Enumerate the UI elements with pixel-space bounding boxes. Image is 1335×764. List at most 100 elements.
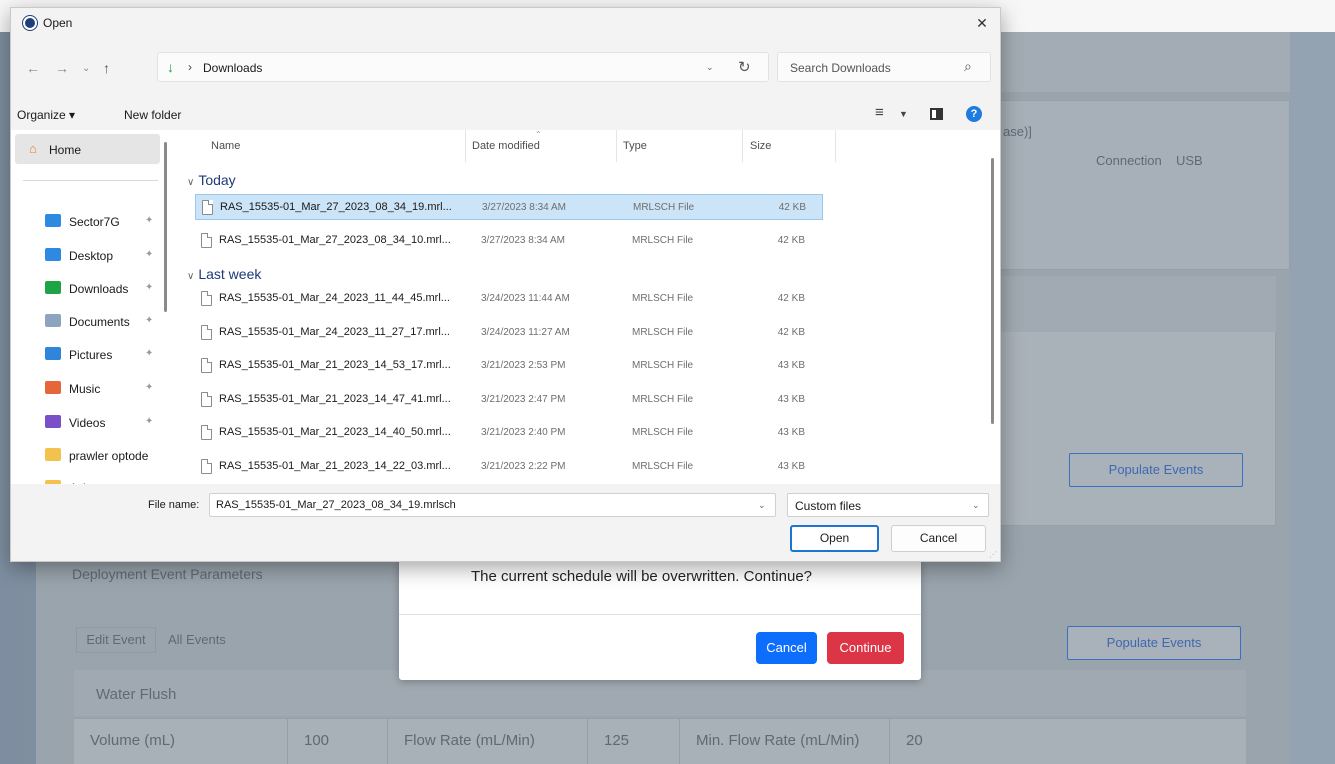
nav-item-documents[interactable]: Documents ✦: [11, 308, 171, 334]
documents-icon: [45, 314, 61, 327]
file-name: RAS_15535-01_Mar_27_2023_08_34_10.mrl...: [219, 233, 451, 246]
populate-events-button-2[interactable]: Populate Events: [1067, 626, 1241, 660]
breadcrumb-downloads[interactable]: Downloads: [203, 61, 262, 75]
file-list: Name ⌃ Date modified Type Size ∨ Today RAS…: [179, 130, 998, 484]
up-arrow-icon[interactable]: ↑: [103, 60, 110, 76]
column-divider[interactable]: [465, 130, 466, 162]
folder-icon: [45, 448, 61, 461]
column-divider[interactable]: [742, 130, 743, 162]
nav-item-pictures[interactable]: Pictures ✦: [11, 341, 171, 367]
recent-locations-chevron-icon[interactable]: ⌄: [82, 63, 90, 74]
navigation-bar: ← → ⌄ ↑ ↓ › Downloads ⌄ ↻ Search Downloa…: [11, 38, 1000, 100]
file-row[interactable]: RAS_15535-01_Mar_24_2023_11_44_45.mrl...…: [195, 286, 823, 312]
preview-pane-icon[interactable]: [930, 108, 943, 120]
flow-rate-label: Flow Rate (mL/Min): [388, 718, 588, 764]
search-box[interactable]: Search Downloads ⌕: [777, 52, 991, 82]
file-date: 3/21/2023 2:22 PM: [481, 460, 566, 472]
file-size: 42 KB: [777, 293, 805, 304]
nav-item-label: Home: [49, 143, 82, 157]
water-flush-label: Water Flush: [96, 686, 177, 703]
breadcrumb-chevron-icon[interactable]: ›: [188, 60, 192, 74]
column-header-type[interactable]: Type: [623, 140, 647, 152]
file-type: MRLSCH File: [632, 293, 694, 304]
confirm-continue-button[interactable]: Continue: [827, 632, 904, 664]
column-divider[interactable]: [835, 130, 836, 162]
file-name: RAS_15535-01_Mar_21_2023_14_53_17.mrl...: [219, 359, 451, 371]
nav-item-sector7g[interactable]: Sector7G ✦: [11, 208, 171, 234]
tab-edit-event[interactable]: Edit Event: [76, 627, 156, 653]
nav-item-videos[interactable]: Videos ✦: [11, 409, 171, 435]
nav-item-4-deg-test[interactable]: 4 deg test: [11, 474, 171, 484]
file-name-input[interactable]: RAS_15535-01_Mar_27_2023_08_34_19.mrlsch…: [209, 493, 776, 517]
file-row[interactable]: RAS_15535-01_Mar_21_2023_14_53_17.mrl...…: [195, 353, 823, 379]
collapse-chevron-icon[interactable]: ∨: [187, 271, 194, 282]
file-icon: [201, 324, 212, 340]
populate-events-button[interactable]: Populate Events: [1069, 453, 1243, 487]
group-header[interactable]: ∨ Last week: [187, 266, 261, 282]
volume-value[interactable]: 100: [288, 718, 388, 764]
nav-scrollbar[interactable]: [164, 142, 167, 312]
file-row[interactable]: RAS_15535-01_Mar_24_2023_11_27_17.mrl...…: [195, 320, 823, 346]
file-row[interactable]: RAS_15535-01_Mar_21_2023_14_40_50.mrl...…: [195, 420, 823, 446]
file-name-value[interactable]: RAS_15535-01_Mar_27_2023_08_34_19.mrlsch: [216, 499, 456, 511]
file-size: 42 KB: [777, 326, 805, 338]
resize-grip-icon[interactable]: ⋰: [989, 550, 997, 559]
organize-button[interactable]: Organize ▾: [17, 108, 75, 122]
nav-item-label: Documents: [69, 315, 130, 329]
flow-rate-value[interactable]: 125: [588, 718, 680, 764]
connection-label: Connection: [1096, 153, 1162, 168]
nav-item-prawler-optode[interactable]: prawler optode: [11, 442, 171, 468]
new-folder-button[interactable]: New folder: [124, 108, 181, 122]
file-size: 43 KB: [777, 460, 805, 472]
refresh-icon[interactable]: ↻: [738, 58, 751, 76]
file-row[interactable]: RAS_15535-01_Mar_27_2023_08_34_10.mrl...…: [195, 228, 823, 254]
file-type: MRLSCH File: [633, 202, 695, 213]
view-dropdown-icon[interactable]: ▼: [899, 109, 908, 119]
file-row[interactable]: RAS_15535-01_Mar_27_2023_08_34_19.mrl...…: [195, 194, 823, 220]
file-row[interactable]: RAS_15535-01_Mar_21_2023_14_47_41.mrl...…: [195, 387, 823, 413]
desktop-icon: [45, 248, 61, 261]
column-divider[interactable]: [616, 130, 617, 162]
file-type-select[interactable]: Custom files ⌄: [787, 493, 989, 517]
column-header-size[interactable]: Size: [750, 140, 771, 152]
address-bar[interactable]: ↓ › Downloads ⌄ ↻: [157, 52, 769, 82]
back-arrow-icon[interactable]: ←: [26, 60, 40, 76]
pin-icon: ✦: [145, 282, 154, 293]
chevron-down-icon[interactable]: ⌄: [972, 500, 980, 511]
file-size: 42 KB: [778, 202, 806, 213]
file-type: MRLSCH File: [632, 234, 694, 246]
search-icon[interactable]: ⌕: [964, 58, 972, 75]
open-file-dialog: Open ✕ ← → ⌄ ↑ ↓ › Downloads ⌄ ↻ Search …: [10, 7, 1001, 562]
min-flow-rate-label: Min. Flow Rate (mL/Min): [680, 718, 890, 764]
file-name: RAS_15535-01_Mar_21_2023_14_22_03.mrl...: [219, 459, 451, 472]
file-type: MRLSCH File: [632, 393, 694, 405]
file-date: 3/24/2023 11:27 AM: [481, 326, 570, 338]
file-date: 3/27/2023 8:34 AM: [481, 234, 565, 246]
open-button[interactable]: Open: [790, 525, 879, 552]
nav-item-desktop[interactable]: Desktop ✦: [11, 242, 171, 268]
collapse-chevron-icon[interactable]: ∨: [187, 177, 194, 188]
group-header[interactable]: ∨ Today: [187, 172, 236, 188]
file-row[interactable]: RAS_15535-01_Mar_21_2023_14_22_03.mrl...…: [195, 454, 823, 480]
column-header-name[interactable]: Name: [211, 140, 240, 152]
help-icon[interactable]: ?: [966, 106, 982, 122]
confirm-cancel-button[interactable]: Cancel: [756, 632, 817, 664]
file-list-scrollbar[interactable]: [991, 158, 994, 424]
tab-all-events[interactable]: All Events: [168, 632, 226, 647]
view-menu-icon[interactable]: ≡: [875, 104, 884, 121]
column-header-date[interactable]: Date modified: [472, 140, 540, 152]
min-flow-rate-value[interactable]: 20: [890, 718, 950, 764]
search-input[interactable]: Search Downloads: [790, 61, 891, 75]
nav-item-home[interactable]: ⌂ Home: [15, 134, 160, 164]
forward-arrow-icon[interactable]: →: [55, 60, 69, 76]
close-button[interactable]: ✕: [966, 10, 998, 36]
nav-item-downloads[interactable]: Downloads ✦: [11, 275, 171, 301]
file-type-value: Custom files: [795, 499, 862, 513]
cancel-button[interactable]: Cancel: [891, 525, 986, 552]
nav-divider: [23, 180, 158, 181]
nav-item-music[interactable]: Music ✦: [11, 375, 171, 401]
file-name: RAS_15535-01_Mar_27_2023_08_34_19.mrl...: [220, 201, 452, 213]
title-bar[interactable]: Open ✕: [11, 8, 1000, 38]
chevron-down-icon[interactable]: ⌄: [706, 62, 714, 73]
chevron-down-icon[interactable]: ⌄: [758, 500, 766, 511]
